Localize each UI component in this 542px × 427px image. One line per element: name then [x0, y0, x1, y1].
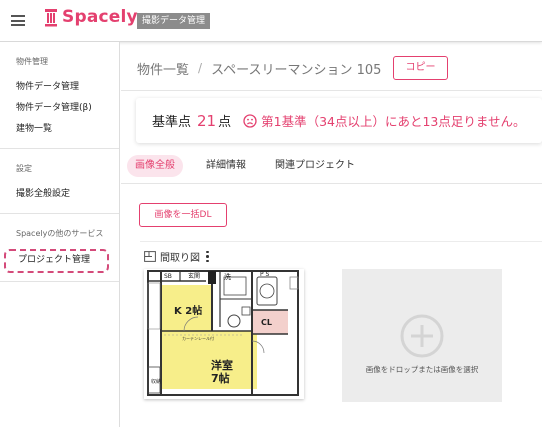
- fp-label-room-size: 7帖: [211, 371, 230, 385]
- download-all-button[interactable]: 画像を一括DL: [139, 203, 227, 227]
- score-card: 基準点 21 点 第1基準（34点以上）にあと13点足りません。: [136, 98, 542, 143]
- sidebar-section-title: 物件管理: [16, 57, 48, 66]
- tab-images[interactable]: 画像全般: [127, 155, 183, 177]
- floorplan-header: 間取り図: [144, 249, 209, 264]
- fp-label-kitchen: K 2帖: [174, 304, 202, 317]
- score-value: 21: [197, 111, 217, 130]
- fp-label-storage: 収納: [151, 378, 161, 385]
- score-unit: 点: [218, 115, 232, 130]
- logo-text: Spacely: [62, 7, 138, 27]
- score-label: 基準点: [152, 115, 192, 130]
- floorplan-icon: [144, 251, 156, 262]
- fp-label-sb: SB: [164, 273, 172, 280]
- floorplan-title: 間取り図: [160, 253, 200, 264]
- service-badge: 撮影データ管理: [137, 13, 211, 29]
- sidebar-item-property-data[interactable]: 物件データ管理: [0, 77, 119, 98]
- fp-label-room: 洋室: [211, 358, 233, 372]
- breadcrumb-current: スペースリーマンション 105: [211, 62, 382, 78]
- breadcrumb-separator: /: [198, 61, 203, 75]
- sad-face-icon: [243, 113, 257, 128]
- copy-button[interactable]: コピー: [393, 56, 448, 80]
- sidebar-item-project-management[interactable]: プロジェクト管理: [4, 249, 109, 273]
- more-options-icon[interactable]: [206, 250, 209, 263]
- app-header: Spacely 撮影データ管理: [0, 0, 542, 42]
- content-tabs: 画像全般 詳細情報 関連プロジェクト: [121, 153, 542, 184]
- score-warning: 第1基準（34点以上）にあと13点足りません。: [243, 111, 526, 130]
- tab-details[interactable]: 詳細情報: [206, 155, 246, 177]
- image-dropzone[interactable]: 画像をドロップまたは画像を選択: [342, 269, 502, 402]
- hamburger-menu-icon[interactable]: [11, 15, 25, 26]
- add-circle-icon: [400, 314, 444, 358]
- fp-label-cl: CL: [261, 318, 272, 327]
- dropzone-text: 画像をドロップまたは画像を選択: [365, 365, 479, 374]
- floorplan-drawing: SB 玄関 洗 P S K 2帖 CL カーテンレール付 洋室 7帖 収納: [144, 269, 304, 399]
- sidebar-section-other-services: Spacelyの他のサービス プロジェクト管理: [0, 214, 119, 282]
- section-divider: [140, 241, 542, 242]
- spacely-logo[interactable]: Spacely: [44, 6, 138, 28]
- header-divider: [121, 90, 542, 91]
- sidebar-item-building-list[interactable]: 建物一覧: [0, 119, 119, 140]
- breadcrumb: 物件一覧 / スペースリーマンション 105: [137, 57, 381, 79]
- sidebar-section-property: 物件管理 物件データ管理 物件データ管理(β) 建物一覧: [0, 42, 119, 149]
- fp-label-ps: P S: [260, 271, 270, 278]
- fp-label-entrance: 玄関: [188, 272, 200, 280]
- breadcrumb-root[interactable]: 物件一覧: [137, 59, 189, 78]
- sidebar-section-title: Spacelyの他のサービス: [16, 229, 104, 238]
- score-warning-text: 第1基準（34点以上）にあと13点足りません。: [261, 114, 526, 129]
- sidebar: 物件管理 物件データ管理 物件データ管理(β) 建物一覧 設定 撮影全般設定 S…: [0, 42, 120, 427]
- fp-label-wash: 洗: [224, 272, 231, 281]
- floorplan-image[interactable]: SB 玄関 洗 P S K 2帖 CL カーテンレール付 洋室 7帖 収納: [144, 269, 304, 399]
- logo-pillar-icon: [44, 8, 58, 27]
- sidebar-section-title: 設定: [16, 164, 32, 173]
- sidebar-item-shooting-settings[interactable]: 撮影全般設定: [0, 184, 119, 205]
- fp-label-curtain: カーテンレール付: [182, 335, 214, 341]
- sidebar-section-settings: 設定 撮影全般設定: [0, 149, 119, 214]
- tab-related-projects[interactable]: 関連プロジェクト: [275, 155, 355, 177]
- sidebar-item-property-data-beta[interactable]: 物件データ管理(β): [0, 98, 119, 119]
